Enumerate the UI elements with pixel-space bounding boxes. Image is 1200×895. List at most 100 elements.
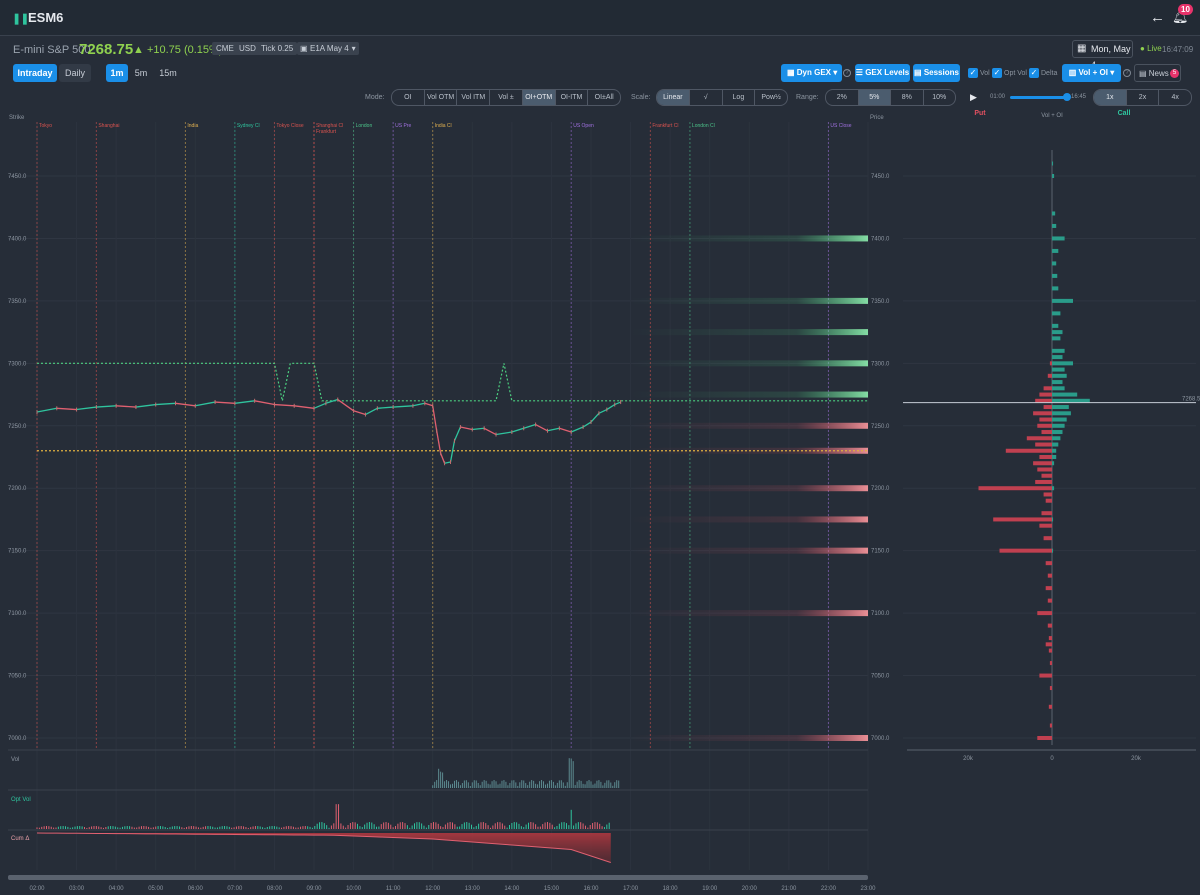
session-label: Shanghai (98, 123, 119, 129)
put-profile-bar (1039, 417, 1052, 422)
price-tick-label: 7450.0 (871, 174, 890, 180)
put-profile-bar (1026, 436, 1052, 441)
price-tick-label: 7200.0 (871, 486, 890, 492)
put-profile-bar (1043, 405, 1052, 410)
put-profile-bar (1043, 536, 1052, 541)
gex-call-streak (630, 360, 868, 367)
call-profile-bar (1052, 236, 1065, 241)
y-axis-title: Strike (9, 115, 25, 121)
call-profile-bar (1052, 392, 1078, 397)
price-segment (294, 405, 315, 409)
put-profile-bar (1045, 586, 1052, 591)
session-label: London Cl (692, 123, 715, 129)
session-label: India Cl (435, 123, 452, 129)
price-segment (155, 402, 176, 406)
price-tick-label: 7300.0 (871, 361, 890, 367)
x-tick-label: 03:00 (69, 886, 85, 892)
gex-call-streak (630, 235, 868, 242)
price-segment (393, 405, 413, 408)
y-tick-label: 7200.0 (8, 486, 27, 492)
session-label: US Open (573, 123, 594, 129)
price-segment (436, 430, 442, 454)
session-label: Sydney Cl (237, 123, 260, 129)
session-label: US Pre (395, 123, 411, 129)
call-profile-bar (1052, 430, 1063, 435)
put-profile-bar (978, 486, 1052, 491)
x-tick-label: 21:00 (781, 886, 797, 892)
price-segment (559, 427, 572, 433)
price-segment (254, 400, 275, 406)
price-segment (570, 426, 584, 433)
price-tick-label: 7250.0 (871, 424, 890, 430)
call-profile-bar (1052, 330, 1063, 335)
gex-chart[interactable]: Strike Price Vol + OI Put Call Vol Opt V… (0, 0, 1200, 895)
price-segment (274, 403, 295, 407)
call-profile-bar (1052, 273, 1058, 278)
price-tick-label: 7400.0 (871, 236, 890, 242)
gex-put-streak (630, 485, 868, 492)
call-profile-bar (1052, 348, 1065, 353)
call-profile-bar (1052, 367, 1065, 372)
call-profile-bar (1052, 211, 1056, 216)
price-segment (511, 427, 524, 433)
chart-dynamic-layer: 7450.0 7450.0 7400.0 7400.0 7350.0 7350.0 7300… (8, 122, 1200, 892)
put-profile-bar (1037, 736, 1052, 740)
x-tick-label: 13:00 (465, 886, 481, 892)
call-profile-bar (1052, 336, 1061, 341)
session-label: Frankfurt (316, 129, 337, 135)
profile-title: Vol + OI (1041, 113, 1063, 119)
call-profile-bar (1052, 323, 1059, 328)
price-segment (234, 400, 255, 404)
x-tick-label: 20:00 (742, 886, 758, 892)
price-axis-title: Price (870, 115, 884, 121)
x-tick-label: 04:00 (109, 886, 125, 892)
opt-vol-panel-label: Opt Vol (11, 797, 31, 803)
put-profile-bar (1045, 561, 1052, 566)
put-profile-bar (1049, 361, 1052, 366)
cum-delta-panel-label: Cum Δ (11, 836, 29, 842)
price-tick-label: 7050.0 (871, 674, 890, 680)
call-profile-bar (1052, 442, 1059, 447)
call-profile-bar (1052, 361, 1073, 366)
put-label: Put (974, 110, 986, 117)
call-profile-bar (1052, 448, 1057, 453)
call-profile-bar (1052, 386, 1065, 391)
vol-panel-label: Vol (11, 757, 19, 763)
price-segment (56, 407, 77, 411)
put-profile-bar (1045, 642, 1052, 647)
price-segment (460, 426, 473, 431)
put-profile-bar (1049, 661, 1052, 666)
gex-put-streak (630, 735, 868, 741)
horizontal-scrollbar[interactable] (8, 875, 868, 880)
x-tick-label: 19:00 (702, 886, 718, 892)
call-profile-bar (1052, 223, 1057, 228)
put-profile-bar (1035, 479, 1052, 484)
price-segment (547, 427, 560, 432)
x-tick-label: 05:00 (148, 886, 164, 892)
call-label: Call (1118, 110, 1131, 117)
price-segment (325, 398, 338, 404)
put-profile-bar (993, 517, 1052, 522)
price-segment (412, 402, 425, 407)
call-profile-bar (1052, 417, 1067, 422)
price-segment (377, 406, 394, 409)
x-tick-label: 09:00 (306, 886, 322, 892)
gex-put-streak (630, 516, 868, 523)
profile-x-tick: 20k (1131, 756, 1142, 762)
x-tick-label: 06:00 (188, 886, 204, 892)
call-profile-bar (1052, 174, 1055, 178)
price-segment (472, 427, 485, 431)
price-segment (424, 402, 433, 407)
profile-x-tick: 20k (963, 756, 974, 762)
call-profile-bar (1052, 373, 1067, 378)
put-profile-bar (1047, 598, 1052, 603)
price-segment (598, 408, 608, 414)
call-profile-bar (1052, 161, 1054, 166)
x-tick-label: 07:00 (227, 886, 243, 892)
price-segment (440, 453, 446, 464)
x-tick-label: 22:00 (821, 886, 837, 892)
call-profile-bar (1052, 517, 1054, 522)
x-tick-label: 15:00 (544, 886, 560, 892)
price-segment (135, 403, 156, 408)
x-tick-label: 08:00 (267, 886, 283, 892)
